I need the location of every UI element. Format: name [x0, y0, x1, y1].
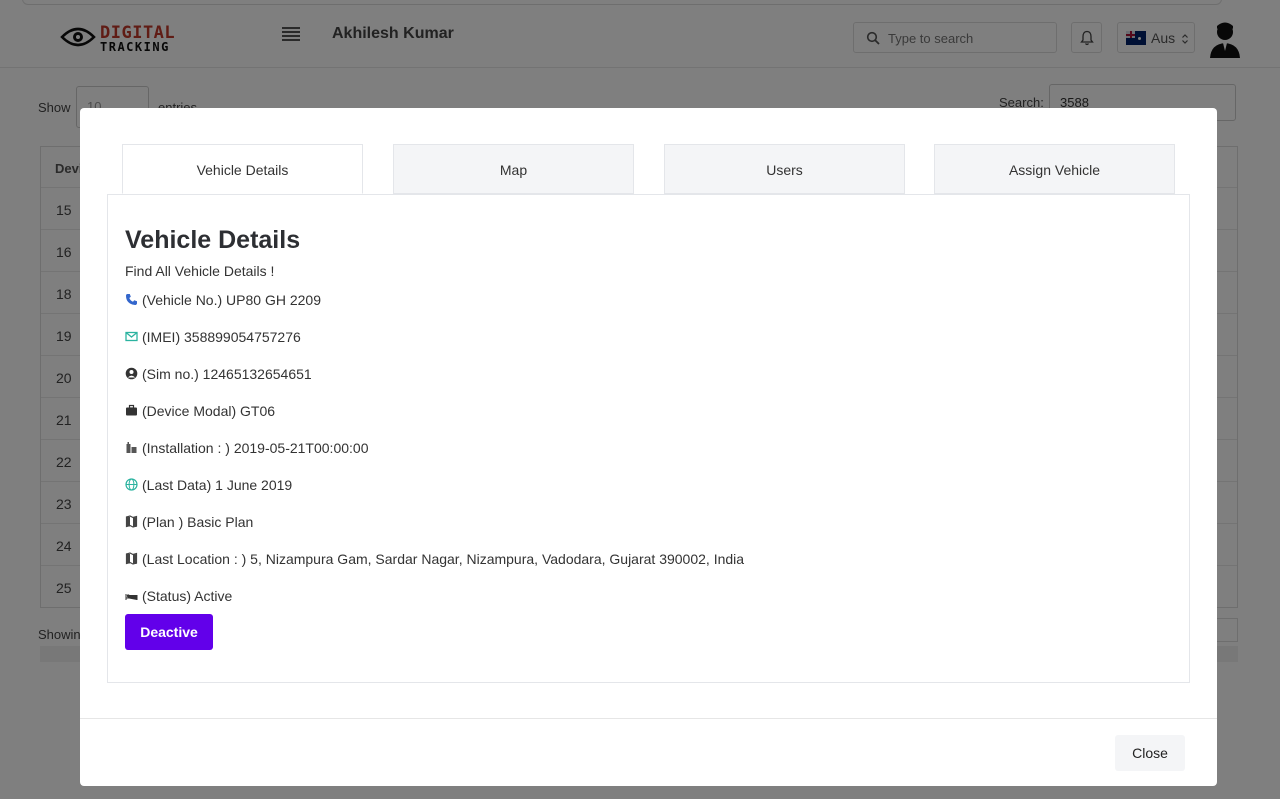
detail-last-data: (Last Data) 1 June 2019 [125, 477, 292, 493]
vehicle-details-modal: Vehicle Details Map Users Assign Vehicle… [80, 108, 1217, 786]
detail-text: (Status) Active [142, 588, 233, 604]
detail-text: (Vehicle No.) UP80 GH 2209 [142, 292, 321, 308]
detail-text: (IMEI) 358899054757276 [142, 329, 301, 345]
close-button[interactable]: Close [1115, 735, 1185, 771]
user-circle-icon [125, 367, 138, 380]
detail-status: (Status) Active [125, 588, 232, 604]
vehicle-details-panel: Vehicle Details Find All Vehicle Details… [107, 194, 1190, 683]
tab-assign-vehicle[interactable]: Assign Vehicle [934, 144, 1175, 194]
detail-imei: (IMEI) 358899054757276 [125, 329, 301, 345]
detail-last-location: (Last Location : ) 5, Nizampura Gam, Sar… [125, 551, 744, 567]
detail-text: (Plan ) Basic Plan [142, 514, 254, 530]
panel-title: Vehicle Details [125, 226, 301, 254]
detail-installation: (Installation : ) 2019-05-21T00:00:00 [125, 440, 368, 456]
detail-text: (Sim no.) 12465132654651 [142, 366, 312, 382]
detail-device-model: (Device Modal) GT06 [125, 403, 275, 419]
map-icon [125, 515, 138, 528]
detail-text: (Last Location : ) 5, Nizampura Gam, Sar… [142, 551, 745, 567]
modal-tabs: Vehicle Details Map Users Assign Vehicle [122, 144, 1175, 194]
detail-sim-no: (Sim no.) 12465132654651 [125, 366, 312, 382]
deactive-button[interactable]: Deactive [125, 614, 213, 650]
modal-footer: Close [80, 718, 1217, 786]
tab-users[interactable]: Users [664, 144, 905, 194]
tab-map[interactable]: Map [393, 144, 634, 194]
mail-icon [125, 331, 138, 342]
map-icon [125, 552, 138, 565]
detail-text: (Installation : ) 2019-05-21T00:00:00 [142, 440, 369, 456]
detail-text: (Device Modal) GT06 [142, 403, 276, 419]
tab-vehicle-details[interactable]: Vehicle Details [122, 144, 363, 194]
detail-text: (Last Data) 1 June 2019 [142, 477, 293, 493]
building-icon [126, 442, 137, 453]
briefcase-icon [126, 404, 137, 416]
detail-vehicle-no: (Vehicle No.) UP80 GH 2209 [125, 292, 321, 308]
phone-icon [126, 294, 137, 305]
detail-plan: (Plan ) Basic Plan [125, 514, 253, 530]
globe-icon [125, 478, 138, 491]
bed-icon [125, 594, 138, 600]
panel-subtitle: Find All Vehicle Details ! [125, 263, 275, 279]
